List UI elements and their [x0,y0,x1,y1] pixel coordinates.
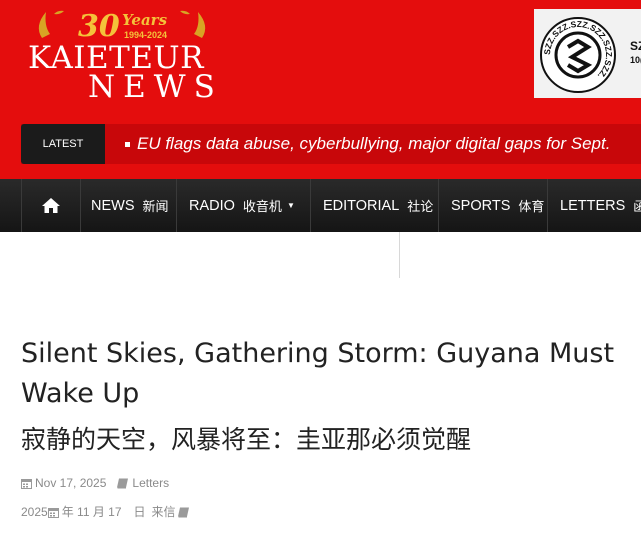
anniversary-emblem: 30 Years 1994-2024 [38,9,206,42]
ad-seal-logo: SZZ.SZZ.SZZ.SZZ.SZZ.SZZ. [540,17,616,93]
anniversary-number: 30 [78,9,120,42]
nav-item-label: LETTERS [560,197,626,214]
news-ticker: LATEST EU flags data abuse, cyberbullyin… [21,124,641,164]
anniversary-word: Years [122,11,168,29]
ticker-headline-link[interactable]: EU flags data abuse, cyberbullying, majo… [137,133,610,155]
ad-brand: SZ 10( [630,39,641,67]
article-title-zh: 寂静的天空，风暴将至：圭亚那必须觉醒 [21,425,472,454]
calendar-icon [47,507,59,518]
calendar-icon [21,478,32,489]
nav-item-label: SPORTS [451,197,511,214]
article-title: Silent Skies, Gathering Storm: Guyana Mu… [21,338,615,409]
nav-item-radio[interactable]: RADIO 收音机 ▼ [178,179,311,232]
site-logo[interactable]: 30 Years 1994-2024 KAIETEUR NEWS [28,8,218,103]
nav-item-label-zh: 体育 [518,199,545,214]
header-ad[interactable]: SZZ.SZZ.SZZ.SZZ.SZZ.SZZ. SZ 10( [534,9,641,98]
nav-item-letters[interactable]: LETTERS 函件 [549,179,641,232]
article-meta: Nov 17, 2025 Letters [21,475,169,491]
book-icon [117,478,129,488]
nav-item-label-zh: 社论 [407,199,434,214]
logo-name-line2: NEWS [88,69,223,105]
article-date-zh-year: 2025 [21,505,48,519]
nav-item-label-zh: 函件 [633,199,641,214]
nav-home[interactable] [21,179,81,232]
article-category-link[interactable]: Letters [132,475,169,491]
article-category-zh-link[interactable]: 来信 [152,504,176,520]
nav-item-label: NEWS [91,197,135,214]
book-icon [177,507,189,517]
home-icon [42,198,60,213]
nav-item-editorial[interactable]: EDITORIAL 社论 [312,179,439,232]
article-date-zh-rest: 年 11 月 17 日 [61,505,146,519]
nav-item-label: EDITORIAL [323,197,400,214]
divider [399,232,400,278]
main-nav: NEWS 新闻 RADIO 收音机 ▼ EDITORIAL 社论 SPORTS … [0,179,641,232]
article-date: Nov 17, 2025 [35,476,107,490]
ad-brand-sub: 10( [630,55,641,65]
bullet-icon [125,142,130,147]
nav-item-label-zh: 收音机 [242,199,282,214]
ticker-label: LATEST [21,124,105,164]
chevron-down-icon: ▼ [286,201,295,210]
article-meta-zh: 2025 年 11 月 17 日 来信 [21,504,193,520]
masthead: 30 Years 1994-2024 KAIETEUR NEWS SZZ.SZZ… [0,0,641,179]
nav-item-label: RADIO [189,197,235,214]
nav-item-label-zh: 新闻 [142,199,169,214]
nav-item-sports[interactable]: SPORTS 体育 [440,179,548,232]
ad-brand-name: SZ [630,39,641,53]
anniversary-range: 1994-2024 [124,30,167,40]
nav-item-news[interactable]: NEWS 新闻 [80,179,177,232]
